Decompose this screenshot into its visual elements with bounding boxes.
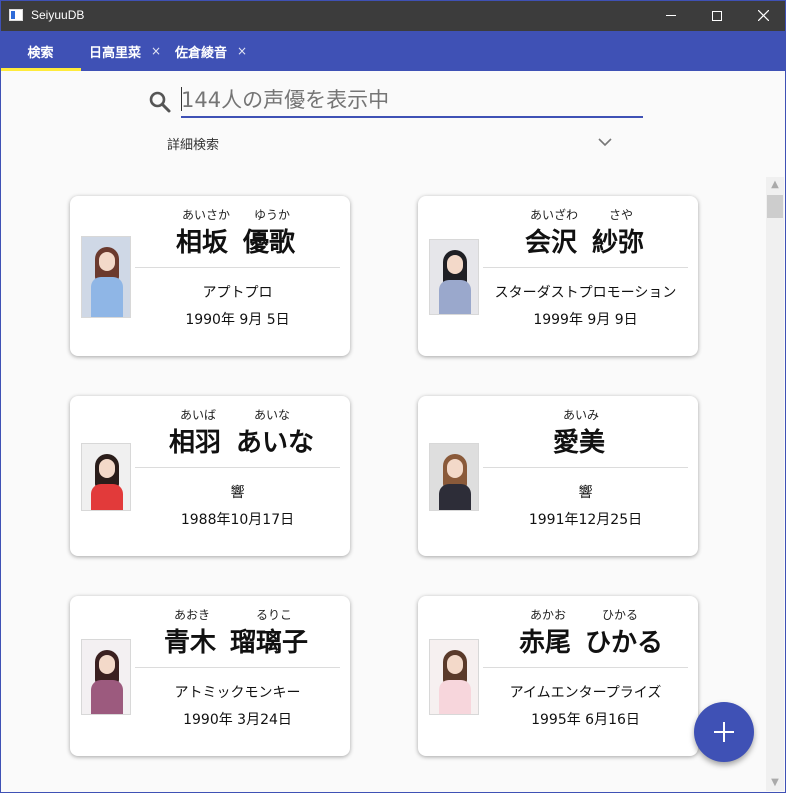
family-name: 相坂	[176, 228, 229, 258]
family-name: 青木	[164, 628, 217, 658]
profile-photo	[81, 236, 131, 318]
divider	[135, 467, 340, 468]
maximize-icon	[712, 10, 722, 21]
birthday: 1990年 9月 5日	[185, 312, 290, 328]
birthday: 1995年 6月16日	[531, 712, 640, 728]
family-name: 赤尾	[519, 628, 572, 658]
divider	[483, 667, 688, 668]
family-name: 相羽	[169, 428, 222, 458]
profile-photo	[81, 443, 131, 511]
scroll-down-arrow-icon[interactable]: ▼	[766, 775, 784, 791]
tab-close-icon[interactable]: ×	[151, 44, 161, 58]
seiyuu-card[interactable]: あいば あいな 相羽 あいな 響 1988年10月17日	[70, 396, 350, 556]
family-name: 愛美	[553, 428, 606, 458]
family-name-ruby: あいざわ	[530, 208, 579, 222]
search-icon	[149, 91, 171, 113]
tab-sakura-ayane[interactable]: 佐倉綾音 ×	[175, 31, 247, 71]
profile-photo	[429, 443, 479, 511]
minimize-button[interactable]	[648, 0, 694, 31]
app-icon	[9, 9, 23, 21]
tab-label: 佐倉綾音	[175, 45, 228, 61]
scroll-up-arrow-icon[interactable]: ▲	[766, 177, 784, 193]
family-name-ruby: あいば	[180, 408, 217, 422]
divider	[483, 267, 688, 268]
seiyuu-card[interactable]: あいさか ゆうか 相坂 優歌 アプトプロ 1990年 9月 5日	[70, 196, 350, 356]
maximize-button[interactable]	[694, 0, 740, 31]
agency: アイムエンタープライズ	[509, 685, 662, 701]
given-name-ruby: ゆうか	[254, 208, 291, 222]
tab-bar: 検索 日高里菜 × 佐倉綾音 ×	[0, 31, 786, 71]
close-icon	[757, 10, 769, 21]
given-name-ruby: あいな	[254, 408, 291, 422]
window-title: SeiyuuDB	[31, 8, 85, 22]
divider	[135, 267, 340, 268]
scrollbar-thumb[interactable]	[767, 195, 783, 218]
birthday: 1990年 3月24日	[183, 712, 292, 728]
given-name-ruby: ひかる	[602, 608, 639, 622]
advanced-search-label: 詳細検索	[167, 138, 220, 153]
search-bar	[148, 82, 643, 119]
seiyuu-card[interactable]: あかお ひかる 赤尾 ひかる アイムエンタープライズ 1995年 6月16日	[418, 596, 698, 756]
given-name: 紗弥	[592, 228, 645, 258]
close-button[interactable]	[740, 0, 786, 31]
chevron-down-icon	[598, 138, 612, 147]
agency: アトミックモンキー	[174, 685, 301, 701]
family-name-ruby: あいみ	[563, 408, 600, 422]
agency: 響	[230, 485, 245, 501]
given-name: あいな	[236, 428, 315, 458]
text-caret	[181, 87, 182, 111]
family-name-ruby: あかお	[530, 608, 567, 622]
tab-close-icon[interactable]: ×	[237, 44, 247, 58]
tab-label: 日高里菜	[89, 45, 142, 61]
title-bar: SeiyuuDB	[0, 0, 786, 31]
family-name-ruby: あおき	[174, 608, 211, 622]
vertical-scrollbar[interactable]: ▲ ▼	[766, 177, 784, 791]
given-name-ruby: さや	[609, 208, 634, 222]
tab-label: 検索	[27, 45, 54, 61]
profile-photo	[429, 239, 479, 315]
seiyuu-card[interactable]: あいみ 愛美 響 1991年12月25日	[418, 396, 698, 556]
seiyuu-card[interactable]: あいざわ さや 会沢 紗弥 スターダストプロモーション 1999年 9月 9日	[418, 196, 698, 356]
given-name: ひかる	[585, 628, 664, 658]
given-name: 優歌	[243, 228, 296, 258]
minimize-icon	[666, 15, 676, 16]
birthday: 1999年 9月 9日	[533, 312, 638, 328]
tab-search[interactable]: 検索	[0, 31, 81, 71]
birthday: 1988年10月17日	[180, 512, 295, 528]
profile-photo	[81, 639, 131, 715]
family-name: 会沢	[525, 228, 578, 258]
seiyuu-card[interactable]: あおき るりこ 青木 瑠璃子 アトミックモンキー 1990年 3月24日	[70, 596, 350, 756]
birthday: 1991年12月25日	[528, 512, 643, 528]
divider	[483, 467, 688, 468]
profile-photo	[429, 639, 479, 715]
add-button[interactable]	[694, 702, 754, 762]
agency: 響	[578, 485, 593, 501]
family-name-ruby: あいさか	[182, 208, 231, 222]
given-name-ruby: るりこ	[256, 608, 293, 622]
tab-hidaka-rina[interactable]: 日高里菜 ×	[89, 31, 161, 71]
search-input[interactable]	[181, 82, 643, 118]
agency: アプトプロ	[202, 285, 273, 301]
advanced-search-toggle[interactable]: 詳細検索	[167, 132, 617, 154]
given-name: 瑠璃子	[230, 628, 309, 658]
divider	[135, 667, 340, 668]
agency: スターダストプロモーション	[494, 285, 677, 301]
